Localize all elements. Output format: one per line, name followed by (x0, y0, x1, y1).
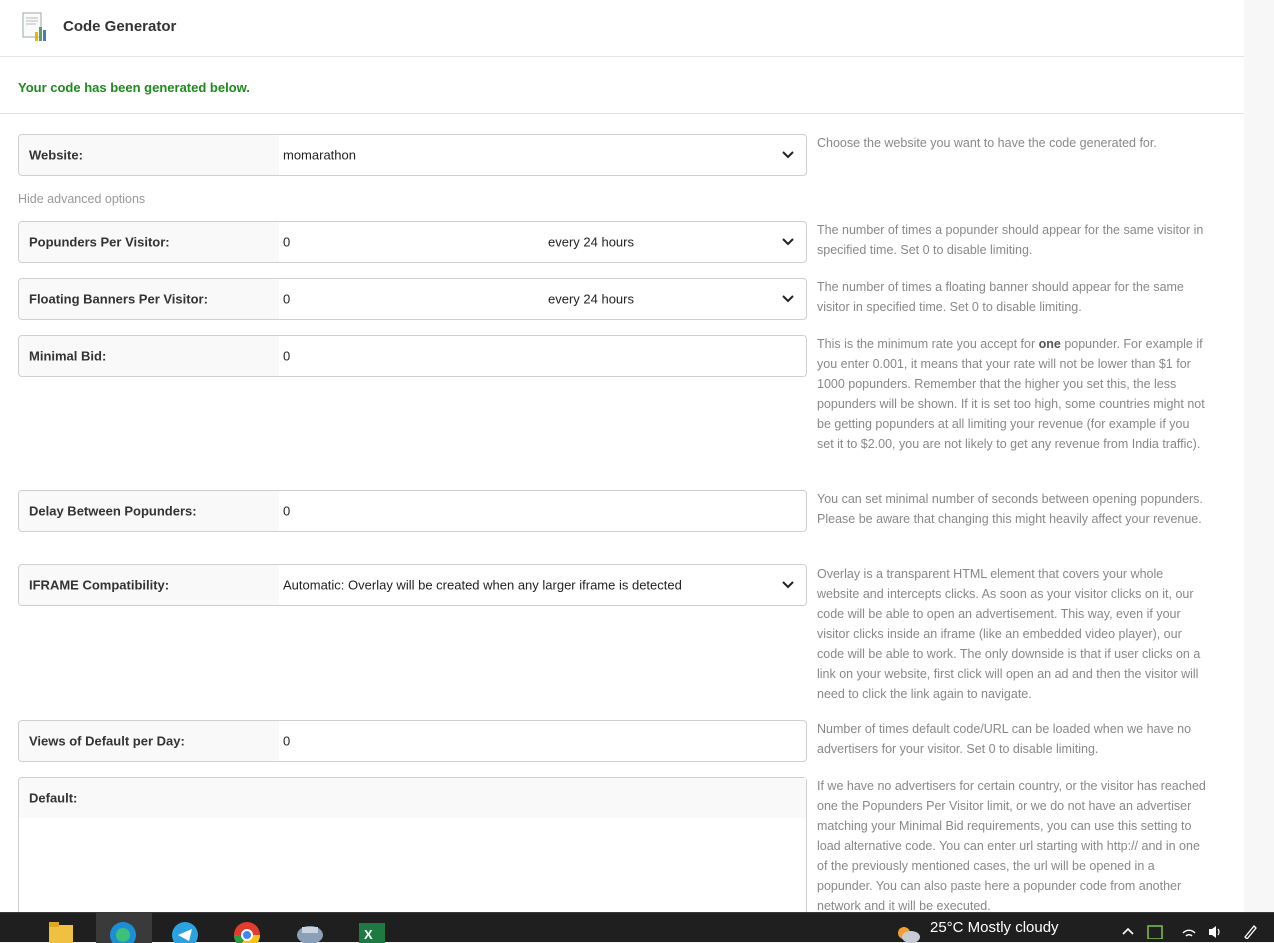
chrome-icon[interactable] (233, 919, 261, 943)
popunders-per-visitor-field: Popunders Per Visitor: 0 every 24 hours (18, 221, 807, 263)
website-label: Website: (29, 147, 83, 163)
volume-icon[interactable] (1207, 923, 1223, 939)
popunders-input[interactable]: 0 (283, 235, 290, 250)
website-select[interactable]: Website: momarathon (18, 134, 807, 176)
delay-label: Delay Between Popunders: (29, 503, 197, 519)
delay-help: You can set minimal number of seconds be… (817, 492, 1203, 526)
network-app-icon[interactable] (296, 919, 324, 943)
svg-text:X: X (364, 927, 373, 942)
iframe-value: Automatic: Overlay will be created when … (283, 577, 682, 593)
default-label: Default: (29, 790, 78, 806)
edge-icon[interactable] (109, 919, 137, 943)
chevron-up-icon[interactable] (1120, 923, 1136, 939)
delay-between-popunders-field: Delay Between Popunders: 0 (18, 490, 807, 532)
banners-label: Floating Banners Per Visitor: (29, 291, 208, 307)
popunders-period-select[interactable]: every 24 hours (548, 235, 634, 250)
default-help: If we have no advertisers for certain co… (817, 779, 1206, 912)
windows-taskbar: X 25°C Mostly cloudy (0, 912, 1274, 943)
delay-input[interactable]: 0 (283, 504, 290, 519)
report-chart-icon (22, 12, 46, 41)
page: Code Generator Your code has been genera… (0, 0, 1244, 912)
banners-period-select[interactable]: every 24 hours (548, 292, 634, 307)
views-help: Number of times default code/URL can be … (817, 722, 1192, 756)
excel-icon[interactable]: X (357, 919, 385, 943)
views-of-default-field: Views of Default per Day: 0 (18, 720, 807, 762)
banners-input[interactable]: 0 (283, 292, 290, 307)
website-value: momarathon (283, 147, 356, 163)
wifi-icon[interactable] (1181, 923, 1197, 939)
page-title: Code Generator (63, 18, 177, 35)
file-explorer-icon[interactable] (47, 919, 75, 943)
views-label: Views of Default per Day: (29, 733, 185, 749)
default-code-textarea[interactable]: Default: (18, 777, 807, 912)
minimal-bid-field: Minimal Bid: 0 (18, 335, 807, 377)
chevron-down-icon (782, 295, 794, 303)
banners-help: The number of times a floating banner sh… (817, 280, 1184, 314)
success-message: Your code has been generated below. (18, 80, 250, 95)
chevron-down-icon (782, 581, 794, 589)
weather-widget[interactable]: 25°C Mostly cloudy (930, 919, 1059, 936)
chevron-down-icon (782, 151, 794, 159)
telegram-icon[interactable] (171, 919, 199, 943)
views-input[interactable]: 0 (283, 734, 290, 749)
minbid-label: Minimal Bid: (29, 348, 107, 364)
popunders-help: The number of times a popunder should ap… (817, 223, 1204, 257)
pen-icon[interactable] (1242, 923, 1258, 939)
tray-app-icon[interactable] (1147, 923, 1163, 939)
chevron-down-icon (782, 238, 794, 246)
scrollbar-track[interactable] (1244, 0, 1274, 912)
popunders-label: Popunders Per Visitor: (29, 234, 170, 250)
page-header: Code Generator (0, 0, 1244, 57)
floating-banners-field: Floating Banners Per Visitor: 0 every 24… (18, 278, 807, 320)
hide-advanced-options-link[interactable]: Hide advanced options (18, 192, 145, 206)
cloud-sun-icon (898, 927, 920, 943)
minbid-input[interactable]: 0 (283, 349, 290, 364)
iframe-label: IFRAME Compatibility: (29, 577, 170, 593)
iframe-help: Overlay is a transparent HTML element th… (817, 567, 1201, 701)
website-help: Choose the website you want to have the … (817, 136, 1157, 150)
iframe-compatibility-select[interactable]: IFRAME Compatibility: Automatic: Overlay… (18, 564, 807, 606)
divider (0, 113, 1244, 114)
minbid-help: This is the minimum rate you accept for … (817, 337, 1205, 451)
